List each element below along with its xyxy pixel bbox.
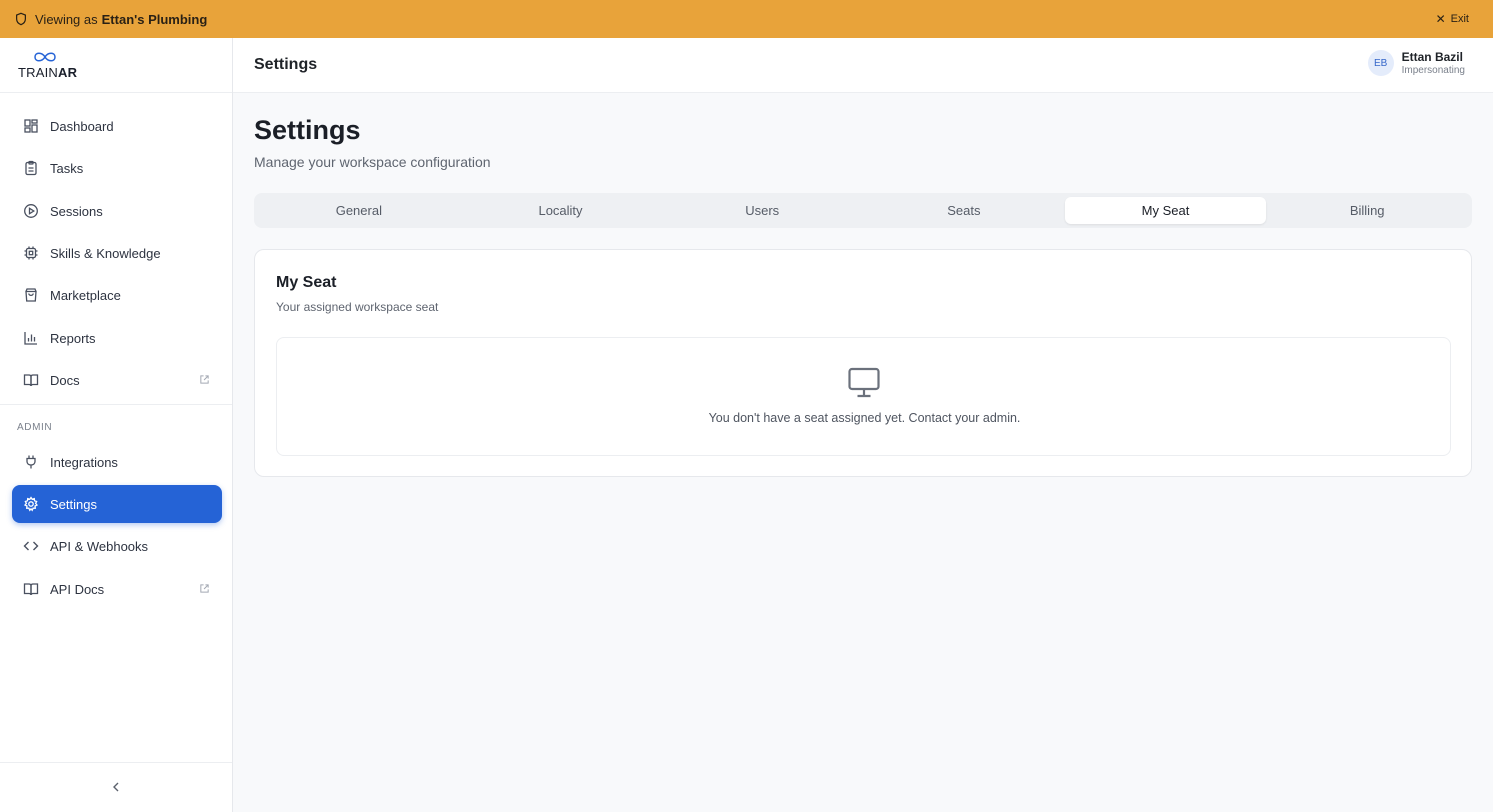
external-link-icon (200, 584, 209, 593)
sidebar-item-settings[interactable]: Settings (12, 485, 222, 523)
external-link-icon (200, 375, 209, 384)
monitor-icon (848, 367, 880, 398)
user-menu[interactable]: EB Ettan Bazil Impersonating (1367, 50, 1465, 76)
play-circle-icon (23, 203, 39, 219)
card-subtitle: Your assigned workspace seat (276, 300, 439, 314)
book-icon (23, 581, 39, 597)
close-icon: ✕ (1435, 12, 1446, 26)
chip-icon (23, 245, 39, 261)
sidebar-item-skills-knowledge[interactable]: Skills & Knowledge (12, 234, 222, 272)
sidebar-item-dashboard[interactable]: Dashboard (12, 107, 222, 145)
tab-seats[interactable]: Seats (863, 197, 1065, 224)
sidebar-item-label: Tasks (50, 160, 84, 176)
sidebar-item-api-docs[interactable]: API Docs (12, 570, 222, 608)
empty-state-message: You don't have a seat assigned yet. Cont… (708, 411, 1021, 425)
logo-mark-icon (34, 52, 56, 62)
user-status: Impersonating (1401, 65, 1465, 76)
sidebar-item-label: Integrations (50, 454, 118, 470)
exit-impersonation-button[interactable]: ✕ Exit (1436, 0, 1469, 38)
empty-state: You don't have a seat assigned yet. Cont… (276, 337, 1451, 456)
my-seat-card: My Seat Your assigned workspace seat You… (254, 249, 1472, 477)
sidebar-item-label: API Docs (50, 581, 105, 597)
tab-my-seat[interactable]: My Seat (1064, 197, 1267, 224)
settings-tabs: General Locality Users Seats My Seat Bil… (254, 193, 1472, 228)
sidebar-item-docs[interactable]: Docs (12, 361, 222, 399)
sidebar-item-label: Settings (50, 496, 97, 512)
sidebar-item-reports[interactable]: Reports (12, 319, 222, 357)
sidebar-divider (0, 404, 232, 405)
sidebar-footer-divider (0, 762, 232, 763)
shield-icon (14, 12, 28, 26)
tab-users[interactable]: Users (661, 197, 863, 224)
banner-org-name: Ettan's Plumbing (101, 11, 208, 27)
tab-locality[interactable]: Locality (460, 197, 662, 224)
code-icon (23, 538, 39, 554)
book-icon (23, 372, 39, 388)
sidebar-item-label: Reports (50, 330, 96, 346)
dashboard-icon (23, 118, 39, 134)
gear-icon (23, 496, 39, 512)
sidebar-item-label: Sessions (50, 203, 103, 219)
card-title: My Seat (276, 274, 337, 291)
logo-wordmark: TRAINAR (18, 65, 78, 80)
tab-billing[interactable]: Billing (1266, 197, 1468, 224)
sidebar-item-label: Docs (50, 372, 80, 388)
plug-icon (23, 454, 39, 470)
shopping-bag-icon (23, 287, 39, 303)
user-name: Ettan Bazil (1401, 50, 1463, 64)
impersonation-banner: Viewing as Ettan's Plumbing ✕ Exit (0, 0, 1493, 38)
sidebar-item-sessions[interactable]: Sessions (12, 192, 222, 230)
page-subtitle: Manage your workspace configuration (254, 154, 491, 170)
sidebar-item-label: Marketplace (50, 287, 121, 303)
sidebar-item-label: API & Webhooks (50, 538, 149, 554)
sidebar-item-label: Skills & Knowledge (50, 245, 161, 261)
collapse-sidebar-icon[interactable] (108, 779, 124, 795)
banner-prefix: Viewing as (35, 11, 98, 27)
page-title: Settings (254, 115, 361, 145)
clipboard-icon (23, 160, 39, 176)
tab-general[interactable]: General (258, 197, 460, 224)
logo[interactable]: TRAINAR (0, 38, 232, 93)
avatar: EB (1367, 50, 1394, 76)
sidebar: TRAINAR Dashboard Tasks Sessions Skills … (0, 38, 233, 812)
sidebar-item-api-webhooks[interactable]: API & Webhooks (12, 527, 222, 565)
exit-label: Exit (1450, 13, 1469, 25)
sidebar-item-tasks[interactable]: Tasks (12, 149, 222, 187)
topbar-title: Settings (254, 56, 318, 73)
sidebar-item-marketplace[interactable]: Marketplace (12, 276, 222, 314)
sidebar-item-label: Dashboard (50, 118, 114, 134)
sidebar-item-integrations[interactable]: Integrations (12, 443, 222, 481)
top-bar: Settings EB Ettan Bazil Impersonating (233, 38, 1493, 93)
sidebar-section-admin: ADMIN (17, 422, 53, 433)
bar-chart-icon (23, 330, 39, 346)
